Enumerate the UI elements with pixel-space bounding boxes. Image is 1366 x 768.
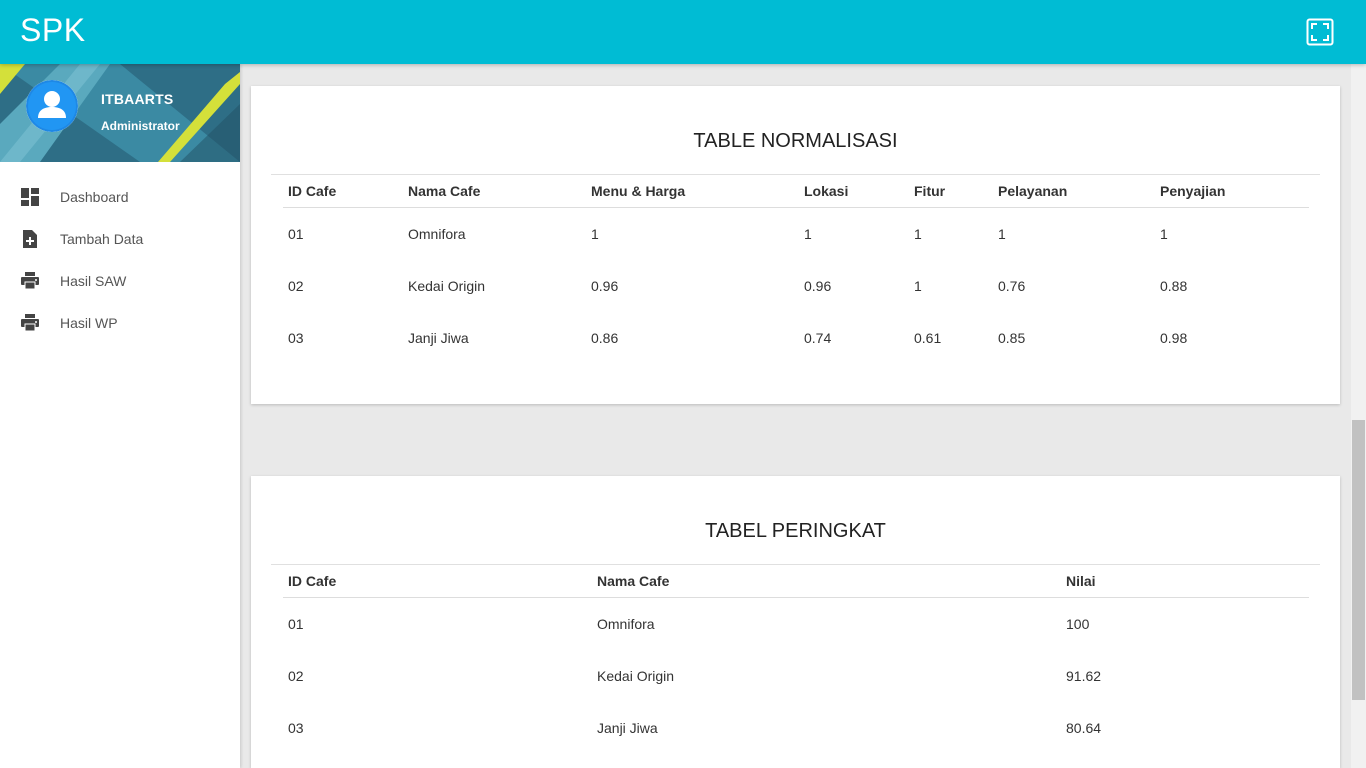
table-cell: 0.96: [591, 278, 619, 294]
normalisasi-title: TABLE NORMALISASI: [693, 130, 898, 152]
table-cell: 0.96: [804, 278, 832, 294]
column-header: Nama Cafe: [408, 183, 481, 199]
divider: [271, 564, 1320, 565]
dashboard-icon: [21, 188, 39, 206]
table-cell: 0.98: [1160, 330, 1188, 346]
column-header: Lokasi: [804, 183, 849, 199]
table-cell: 1: [914, 226, 922, 242]
column-header: Nilai: [1066, 573, 1096, 589]
table-cell: 1: [591, 226, 599, 242]
peringkat-title: TABEL PERINGKAT: [705, 520, 886, 542]
table-cell: Janji Jiwa: [597, 720, 658, 736]
table-cell: 80.64: [1066, 720, 1102, 736]
table-cell: 0.86: [591, 330, 619, 346]
user-role: Administrator: [101, 119, 180, 133]
table-cell: 1: [1160, 226, 1168, 242]
brand-title[interactable]: SPK: [20, 12, 86, 49]
sidebar-item-hasil-saw[interactable]: Hasil SAW: [0, 260, 240, 302]
table-cell: 1: [914, 278, 922, 294]
top-navbar: SPK: [0, 0, 1366, 64]
table-cell: Kedai Origin: [597, 668, 675, 684]
scrollbar-thumb[interactable]: [1352, 420, 1365, 700]
column-header: Fitur: [914, 183, 946, 199]
sidebar-item-tambah-data[interactable]: Tambah Data: [0, 218, 240, 260]
sidebar-item-label: Hasil SAW: [60, 273, 127, 289]
table-cell: 0.76: [998, 278, 1026, 294]
table-cell: 0.88: [1160, 278, 1188, 294]
column-header: Nama Cafe: [597, 573, 670, 589]
add-file-icon: [23, 230, 37, 248]
table-cell: 01: [288, 616, 304, 632]
divider: [271, 174, 1320, 175]
table-cell: 03: [288, 330, 304, 346]
table-cell: 02: [288, 278, 304, 294]
sidebar-menu: Dashboard Tambah Data Hasil SAW Hasil WP: [0, 176, 240, 344]
table-cell: 0.85: [998, 330, 1026, 346]
column-header: ID Cafe: [288, 183, 337, 199]
table-cell: 0.74: [804, 330, 832, 346]
sidebar-item-dashboard[interactable]: Dashboard: [0, 176, 240, 218]
column-header: Menu & Harga: [591, 183, 686, 199]
sidebar-item-hasil-wp[interactable]: Hasil WP: [0, 302, 240, 344]
person-icon: [26, 80, 78, 132]
table-cell: Omnifora: [597, 616, 655, 632]
fullscreen-icon[interactable]: [1306, 18, 1334, 46]
print-icon: [21, 272, 39, 290]
table-cell: 1: [998, 226, 1006, 242]
peringkat-card: TABEL PERINGKAT ID Cafe Nama Cafe Nilai …: [251, 476, 1340, 768]
column-header: ID Cafe: [288, 573, 337, 589]
user-name: ITBAARTS: [101, 91, 174, 107]
table-cell: 100: [1066, 616, 1090, 632]
table-cell: 91.62: [1066, 668, 1102, 684]
sidebar: ITBAARTS Administrator Dashboard Tambah …: [0, 64, 240, 768]
table-cell: 1: [804, 226, 812, 242]
sidebar-item-label: Dashboard: [60, 189, 129, 205]
table-cell: 03: [288, 720, 304, 736]
table-cell: 02: [288, 668, 304, 684]
column-header: Pelayanan: [998, 183, 1068, 199]
table-cell: Omnifora: [408, 226, 466, 242]
normalisasi-card: TABLE NORMALISASI ID Cafe Nama Cafe Menu…: [251, 86, 1340, 404]
table-cell: 01: [288, 226, 304, 242]
column-header: Penyajian: [1160, 183, 1226, 199]
user-info-panel: ITBAARTS Administrator: [0, 64, 240, 162]
table-cell: 0.61: [914, 330, 942, 346]
sidebar-item-label: Tambah Data: [60, 231, 144, 247]
table-cell: Kedai Origin: [408, 278, 486, 294]
sidebar-item-label: Hasil WP: [60, 315, 118, 331]
table-cell: Janji Jiwa: [408, 330, 469, 346]
avatar[interactable]: [26, 80, 78, 132]
print-icon: [21, 314, 39, 332]
divider: [283, 207, 1309, 208]
divider: [283, 597, 1309, 598]
